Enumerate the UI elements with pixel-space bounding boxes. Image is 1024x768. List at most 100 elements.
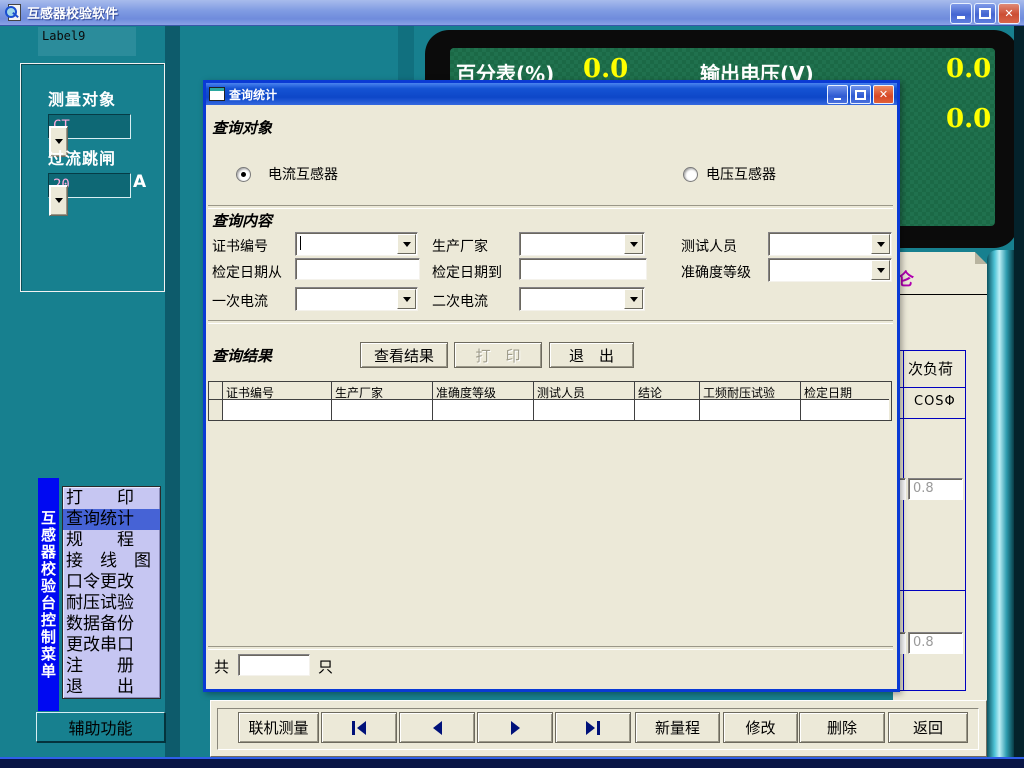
chevron-down-icon[interactable]	[397, 289, 416, 309]
control-menu: 打 印 查询统计 规 程 接 线 图 口令更改 耐压试验 数据备份 更改串口 注…	[62, 486, 161, 699]
menu-item-change-password[interactable]: 口令更改	[63, 572, 160, 593]
results-table-empty-row[interactable]	[209, 400, 891, 420]
restore-icon	[979, 8, 991, 19]
menu-item-regulations[interactable]: 规 程	[63, 530, 160, 551]
cos-phi-input-1[interactable]: 0.8	[908, 478, 963, 500]
unit-label: 只	[318, 656, 333, 677]
print-button[interactable]: 打 印	[454, 342, 542, 368]
chevron-down-icon[interactable]	[397, 234, 416, 254]
verify-date-to-input[interactable]	[519, 258, 647, 280]
menu-item-wiring-diagram[interactable]: 接 线 图	[63, 551, 160, 572]
output-voltage-value: 0.0	[946, 54, 991, 84]
menu-item-register[interactable]: 注 册	[63, 656, 160, 677]
cos-phi-header: COSΦ	[914, 394, 956, 409]
last-record-button[interactable]	[555, 712, 631, 743]
voltage-transformer-radio[interactable]	[683, 167, 698, 182]
text-caret	[300, 236, 301, 250]
overcurrent-trip-label: 过流跳闸	[48, 145, 116, 169]
secondary-current-label: 二次电流	[432, 291, 488, 311]
accuracy-class-combo[interactable]	[768, 258, 892, 282]
online-measure-button[interactable]: 联机测量	[238, 712, 319, 743]
menu-item-data-backup[interactable]: 数据备份	[63, 614, 160, 635]
primary-current-combo[interactable]	[295, 287, 418, 311]
window-close-button[interactable]: ✕	[998, 3, 1020, 24]
chevron-down-icon[interactable]	[624, 289, 643, 309]
primary-current-label: 一次电流	[212, 291, 268, 311]
label9-patch: Label9	[38, 27, 136, 56]
form-icon	[209, 87, 225, 101]
modify-button[interactable]: 修改	[723, 712, 798, 743]
measure-object-combo[interactable]: CT	[48, 114, 131, 139]
dialog-body: 查询对象 电流互感器 电压互感器 查询内容 证书编号 生产厂家 测试人员 检	[206, 105, 897, 689]
measure-object-label: 测量对象	[48, 86, 116, 110]
query-content-header: 查询内容	[212, 210, 272, 231]
dialog-close-button[interactable]: ✕	[873, 85, 894, 104]
maximize-icon	[855, 90, 866, 100]
certificate-no-label: 证书编号	[212, 236, 268, 256]
first-record-button[interactable]	[321, 712, 397, 743]
col-verify-date: 检定日期	[801, 382, 889, 400]
page-fold-corner	[975, 252, 987, 264]
col-conclusion: 结论	[635, 382, 700, 400]
manufacturer-combo[interactable]	[519, 232, 645, 256]
background-divider-strip	[165, 25, 180, 758]
total-count-input[interactable]	[238, 654, 310, 676]
return-button[interactable]: 返回	[888, 712, 968, 743]
close-icon: ✕	[879, 88, 888, 101]
control-menu-vertical-title: 互感器校验台控制菜单	[38, 478, 59, 711]
section-divider	[208, 320, 893, 324]
menu-item-withstand-voltage-test[interactable]: 耐压试验	[63, 593, 160, 614]
total-label: 共	[214, 656, 229, 677]
main-titlebar[interactable]: 互感器校验软件 ✕	[0, 0, 1024, 26]
new-range-button[interactable]: 新量程	[635, 712, 720, 743]
view-results-button[interactable]: 查看结果	[360, 342, 448, 368]
right-edge-frame	[1014, 25, 1024, 768]
minimize-icon	[957, 16, 965, 19]
footer-divider	[208, 646, 893, 650]
bottom-frame-strip	[0, 757, 1024, 768]
certificate-no-value[interactable]	[296, 233, 396, 255]
dialog-maximize-button[interactable]	[850, 85, 871, 104]
dialog-titlebar[interactable]: 查询统计 ✕	[206, 83, 897, 105]
menu-item-change-serial-port[interactable]: 更改串口	[63, 635, 160, 656]
results-table: 证书编号 生产厂家 准确度等级 测试人员 结论 工频耐压试验 检定日期	[208, 381, 892, 421]
col-accuracy-class: 准确度等级	[433, 382, 534, 400]
chevron-down-icon[interactable]	[49, 185, 68, 216]
chevron-down-icon[interactable]	[624, 234, 643, 254]
current-transformer-radio[interactable]	[236, 167, 251, 182]
tester-combo[interactable]	[768, 232, 892, 256]
verify-date-to-label: 检定日期到	[432, 262, 502, 282]
next-record-button[interactable]	[477, 712, 553, 743]
verify-date-from-label: 检定日期从	[212, 262, 282, 282]
cos-phi-input-2[interactable]: 0.8	[908, 632, 963, 654]
menu-item-print[interactable]: 打 印	[63, 488, 160, 509]
exit-button[interactable]: 退 出	[549, 342, 634, 368]
window-restore-button[interactable]	[974, 3, 996, 24]
last-record-icon	[586, 721, 595, 735]
col-power-freq-test: 工频耐压试验	[700, 382, 801, 400]
menu-item-exit[interactable]: 退 出	[63, 677, 160, 698]
previous-record-button[interactable]	[399, 712, 475, 743]
bezel-pipe	[987, 250, 1014, 762]
application-window: Label9 百分表(%) 0.0 输出电压(V) 0.0 0.0 仑 次负荷 …	[0, 0, 1024, 768]
current-transformer-label[interactable]: 电流互感器	[268, 164, 338, 184]
window-title: 互感器校验软件	[27, 3, 118, 22]
verify-date-from-input[interactable]	[295, 258, 420, 280]
query-statistics-dialog: 查询统计 ✕ 查询对象 电流互感器 电压互感器 查询内容 证书编号 生产厂家	[203, 80, 900, 692]
dialog-title: 查询统计	[229, 86, 277, 103]
auxiliary-functions-button[interactable]: 辅助功能	[36, 712, 165, 742]
voltage-transformer-label[interactable]: 电压互感器	[706, 164, 776, 184]
secondary-current-combo[interactable]	[519, 287, 645, 311]
menu-item-query-statistics[interactable]: 查询统计	[63, 509, 160, 530]
dialog-minimize-button[interactable]	[827, 85, 848, 104]
chevron-down-icon[interactable]	[871, 260, 890, 280]
section-divider	[208, 205, 893, 209]
query-object-header: 查询对象	[212, 117, 272, 138]
overcurrent-trip-combo[interactable]: 20	[48, 173, 131, 198]
chevron-down-icon[interactable]	[871, 234, 890, 254]
certificate-no-combo[interactable]	[295, 232, 418, 256]
delete-button[interactable]: 删除	[799, 712, 885, 743]
close-icon: ✕	[1004, 7, 1013, 20]
window-minimize-button[interactable]	[950, 3, 972, 24]
secondary-load-header: 次负荷	[908, 358, 953, 379]
